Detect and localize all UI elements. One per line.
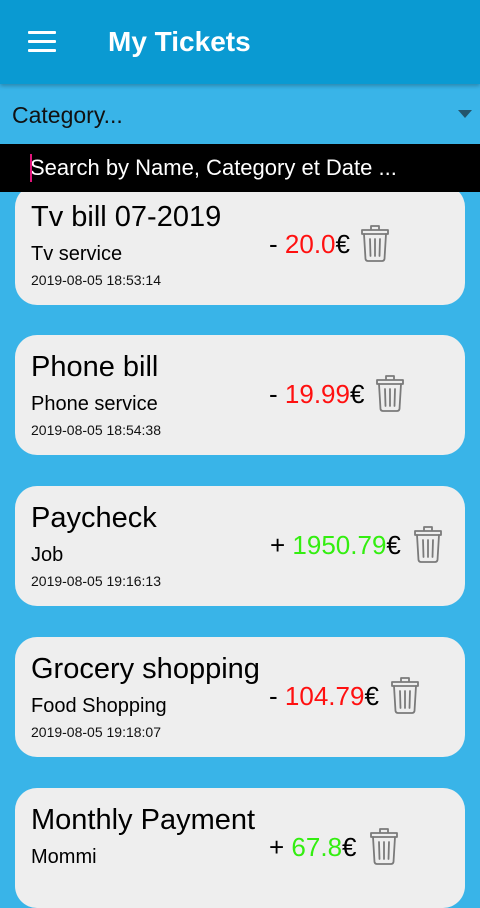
amount-sign: +	[269, 832, 285, 862]
ticket-date: 2019-08-05 18:53:14	[31, 272, 161, 288]
ticket-card[interactable]: Monthly Payment Mommi + 67.8€	[15, 788, 465, 908]
amount-value: 104.79	[284, 681, 365, 711]
category-dropdown-label: Category...	[12, 102, 123, 128]
ticket-name: Grocery shopping	[31, 653, 260, 685]
amount-currency: €	[364, 681, 379, 711]
ticket-category: Tv service	[31, 243, 123, 265]
amount-sign: +	[270, 530, 286, 560]
amount-value: 1950.79	[292, 530, 387, 560]
amount-currency: €	[342, 832, 357, 862]
menu-icon[interactable]	[28, 31, 56, 53]
ticket-name: Tv bill 07-2019	[31, 201, 222, 233]
amount-sign: -	[269, 681, 278, 711]
trash-icon[interactable]	[413, 524, 443, 564]
ticket-category: Mommi	[31, 846, 97, 868]
text-cursor	[30, 154, 32, 182]
amount-sign: -	[269, 229, 278, 259]
search-input[interactable]	[30, 144, 470, 192]
ticket-date: 2019-08-05 18:54:38	[31, 422, 161, 438]
ticket-name: Paycheck	[31, 502, 157, 534]
ticket-amount: - 19.99€	[269, 379, 364, 410]
trash-icon[interactable]	[390, 675, 420, 715]
ticket-card[interactable]: Phone bill Phone service 2019-08-05 18:5…	[15, 335, 465, 455]
ticket-card[interactable]: Paycheck Job 2019-08-05 19:16:13 + 1950.…	[15, 486, 465, 606]
ticket-category: Food Shopping	[31, 695, 167, 717]
ticket-date: 2019-08-05 19:16:13	[31, 573, 161, 589]
search-bar	[0, 144, 480, 192]
chevron-down-icon	[458, 110, 472, 118]
ticket-card[interactable]: Tv bill 07-2019 Tv service 2019-08-05 18…	[15, 185, 465, 305]
amount-value: 67.8	[291, 832, 343, 862]
app-bar: My Tickets	[0, 0, 480, 84]
ticket-amount: + 67.8€	[269, 832, 357, 863]
trash-icon[interactable]	[375, 373, 405, 413]
ticket-date: 2019-08-05 19:18:07	[31, 724, 161, 740]
ticket-name: Monthly Payment	[31, 804, 256, 836]
ticket-amount: + 1950.79€	[270, 530, 401, 561]
amount-value: 20.0	[284, 229, 336, 259]
trash-icon[interactable]	[369, 826, 399, 866]
ticket-amount: - 104.79€	[269, 681, 379, 712]
trash-icon[interactable]	[360, 223, 390, 263]
amount-currency: €	[349, 379, 365, 409]
amount-currency: €	[335, 229, 350, 259]
ticket-card[interactable]: Grocery shopping Food Shopping 2019-08-0…	[15, 637, 465, 757]
amount-value: 19.99	[284, 379, 350, 409]
ticket-category: Job	[31, 544, 64, 566]
ticket-category: Phone service	[31, 393, 158, 415]
amount-sign: -	[269, 379, 278, 409]
ticket-name: Phone bill	[31, 351, 159, 383]
ticket-amount: - 20.0€	[269, 229, 350, 260]
amount-currency: €	[386, 530, 401, 560]
category-dropdown[interactable]: Category...	[0, 84, 480, 144]
page-title: My Tickets	[108, 26, 251, 57]
